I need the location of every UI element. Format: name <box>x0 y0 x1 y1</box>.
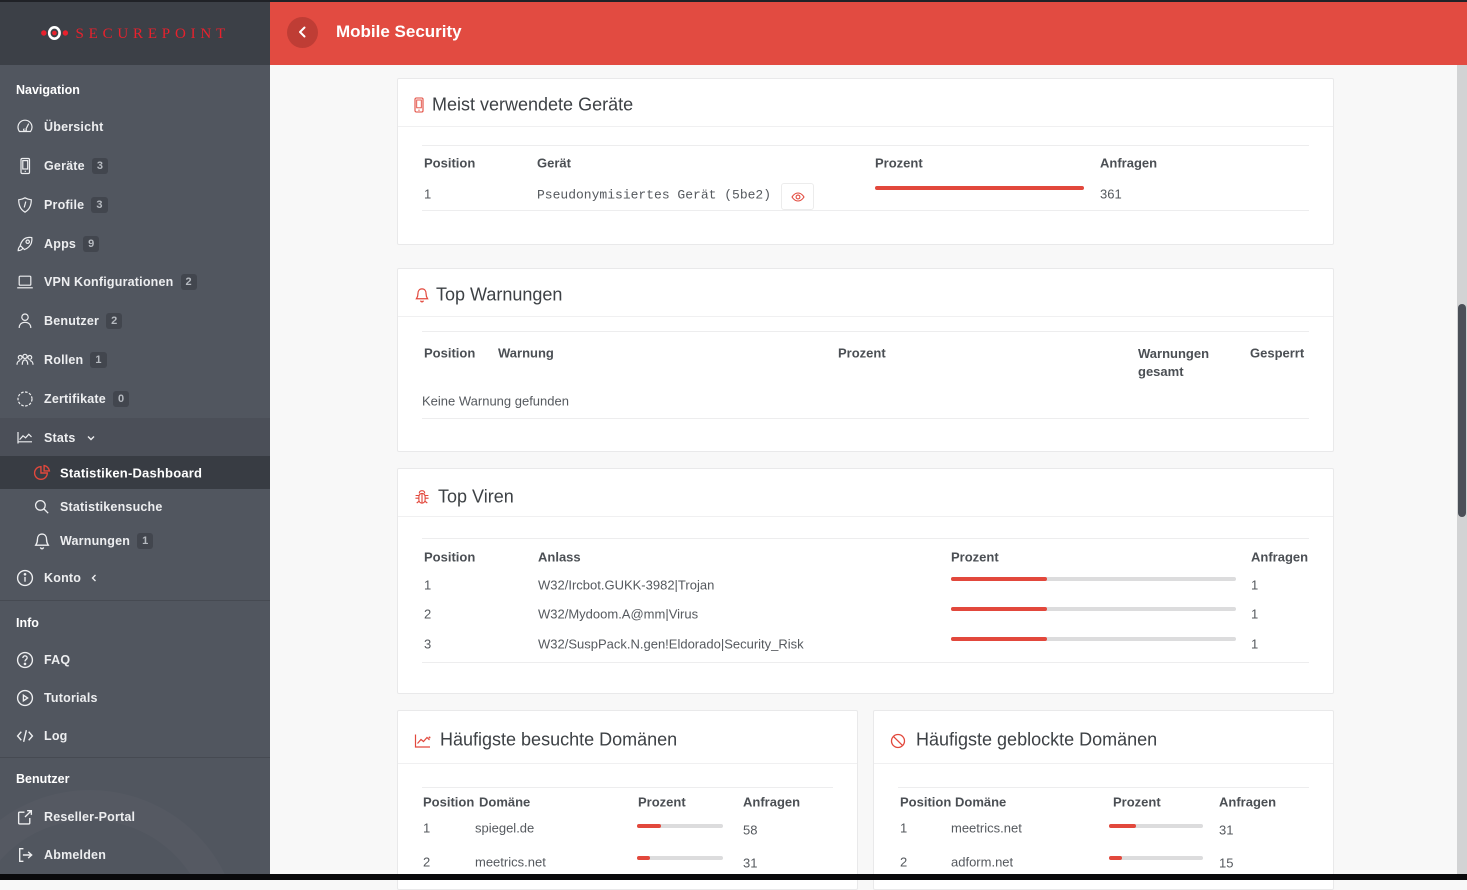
svg-text:SECUREPOINT: SECUREPOINT <box>76 26 230 42</box>
